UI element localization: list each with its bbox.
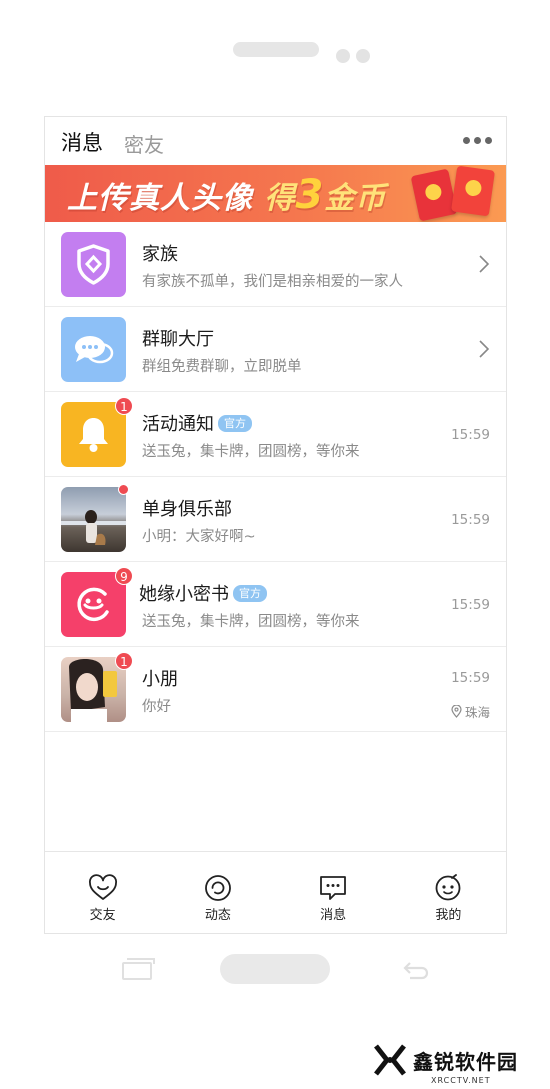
nav-label: 消息 <box>320 908 347 923</box>
shield-icon <box>77 244 110 285</box>
conversation-preview: 送玉兔，集卡牌，团圆榜，等你来 <box>142 614 360 630</box>
watermark: 鑫锐软件园 XRCCTV.NET <box>373 1043 518 1085</box>
nav-label: 我的 <box>435 908 462 923</box>
nav-make-friends[interactable]: 交友 <box>45 852 160 933</box>
unread-dot <box>118 484 129 495</box>
red-envelope-icon <box>450 165 496 217</box>
nav-messages[interactable]: 消息 <box>276 852 391 933</box>
heart-smile-icon <box>88 874 117 900</box>
banner-text: 上传真人头像 得3金币 <box>67 172 386 218</box>
official-tag: 官方 <box>218 414 252 432</box>
unread-badge: 1 <box>115 397 133 415</box>
phone-speaker <box>233 42 319 57</box>
watermark-subtitle: XRCCTV.NET <box>431 1076 491 1085</box>
conversation-preview: 有家族不孤单，我们是相亲相爱的一家人 <box>142 274 403 290</box>
nav-label: 交友 <box>89 908 116 923</box>
promo-banner[interactable]: 上传真人头像 得3金币 <box>45 165 506 222</box>
conversation-preview: 你好 <box>142 699 171 715</box>
conversation-list: 家族 有家族不孤单，我们是相亲相爱的一家人 群聊大厅 群组免费群聊，立即脱单 1… <box>45 222 506 732</box>
conversation-row-family[interactable]: 家族 有家族不孤单，我们是相亲相爱的一家人 <box>45 222 506 307</box>
watermark-logo-icon <box>374 1044 406 1076</box>
conversation-name: 小朋 <box>142 669 178 690</box>
conversation-name: 单身俱乐部 <box>142 499 232 520</box>
official-tag: 官方 <box>233 584 267 602</box>
tab-messages[interactable]: 消息 <box>61 127 103 157</box>
conversation-time: 15:59 <box>451 427 490 443</box>
moment-icon <box>204 875 231 901</box>
phone-camera <box>336 49 350 63</box>
nav-label: 动态 <box>204 908 231 923</box>
chevron-right-icon <box>479 255 490 273</box>
tab-close-friends[interactable]: 密友 <box>124 129 164 158</box>
conversation-time: 15:59 <box>451 670 490 686</box>
red-envelope-icon <box>410 168 458 222</box>
conversation-name: 活动通知 官方 <box>142 410 252 436</box>
banner-text-part2: 得 <box>264 181 296 216</box>
conversation-preview: 群组免费群聊，立即脱单 <box>142 359 302 375</box>
conversation-time: 15:59 <box>451 512 490 528</box>
system-back-icon[interactable] <box>402 960 430 980</box>
conversation-preview: 小明：大家好啊~ <box>142 529 256 545</box>
bottom-nav: 交友 动态 消息 我的 <box>45 851 506 933</box>
phone-sensor <box>356 49 370 63</box>
conversation-name: 她缘小密书 官方 <box>139 580 267 606</box>
family-avatar <box>61 232 126 297</box>
beach-photo <box>61 510 126 545</box>
location-label: 珠海 <box>451 702 490 721</box>
system-recent-apps-button[interactable] <box>122 958 155 980</box>
face-icon <box>435 874 461 901</box>
conversation-name: 群聊大厅 <box>142 329 214 350</box>
banner-text-part3: 金币 <box>324 181 387 216</box>
nav-me[interactable]: 我的 <box>391 852 506 933</box>
nav-moments[interactable]: 动态 <box>160 852 275 933</box>
watermark-title: 鑫锐软件园 <box>413 1049 518 1074</box>
location-text: 珠海 <box>464 705 490 720</box>
system-home-button[interactable] <box>220 954 330 984</box>
top-bar: 消息 密友 <box>45 117 506 165</box>
unread-badge: 9 <box>115 567 133 585</box>
more-icon[interactable] <box>463 137 492 144</box>
banner-text-big: 3 <box>295 172 325 218</box>
singles-club-avatar <box>61 487 126 552</box>
app-screen: 消息 密友 上传真人头像 得3金币 家族 有家族不孤单，我们是相亲相爱的一家人 <box>44 116 507 934</box>
conversation-row-activity[interactable]: 1 活动通知 官方 送玉兔，集卡牌，团圆榜，等你来 15:59 <box>45 392 506 477</box>
chevron-right-icon <box>479 340 490 358</box>
banner-text-part1: 上传真人头像 <box>67 181 253 216</box>
group-hall-avatar <box>61 317 126 382</box>
unread-badge: 1 <box>115 652 133 670</box>
location-pin-icon <box>451 705 462 718</box>
conversation-row-singles-club[interactable]: 单身俱乐部 小明：大家好啊~ 15:59 <box>45 477 506 562</box>
message-icon <box>320 876 347 900</box>
conversation-time: 15:59 <box>451 597 490 613</box>
chat-bubbles-icon <box>75 336 114 364</box>
conversation-preview: 送玉兔，集卡牌，团圆榜，等你来 <box>142 444 360 460</box>
conversation-name: 家族 <box>142 244 178 265</box>
conversation-row-xiaopeng[interactable]: 1 小朋 你好 15:59 珠海 <box>45 647 506 732</box>
conversation-row-group-hall[interactable]: 群聊大厅 群组免费群聊，立即脱单 <box>45 307 506 392</box>
conversation-row-secretary[interactable]: 9 她缘小密书 官方 送玉兔，集卡牌，团圆榜，等你来 15:59 <box>45 562 506 647</box>
